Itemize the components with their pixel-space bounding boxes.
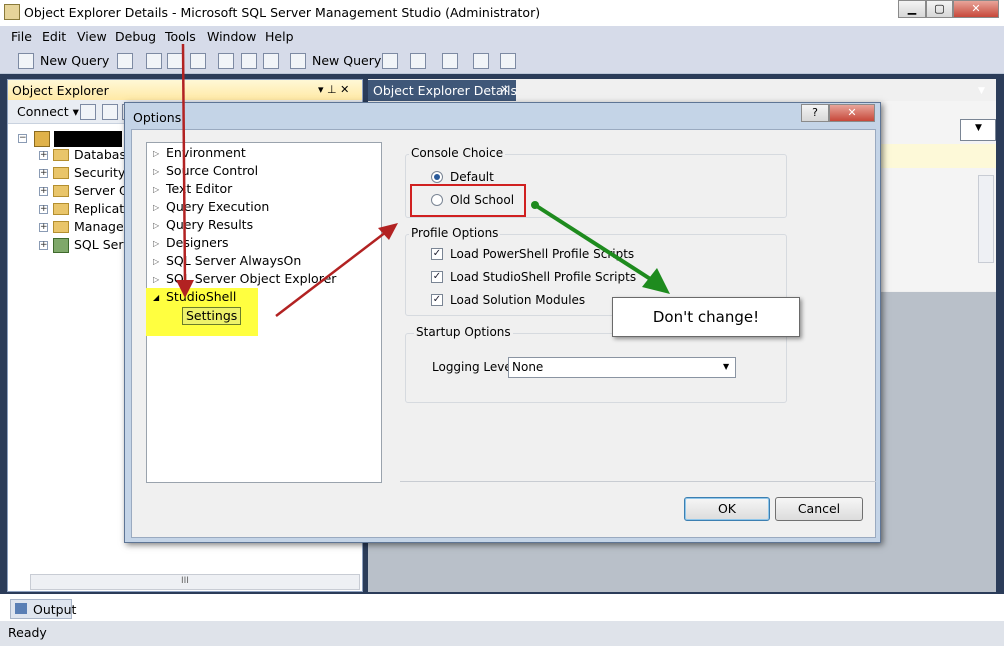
red-arrow-down: [176, 43, 194, 298]
annotation-arrows: [176, 43, 670, 317]
green-arrow: [531, 201, 670, 294]
red-arrow-diagonal: [275, 223, 398, 317]
